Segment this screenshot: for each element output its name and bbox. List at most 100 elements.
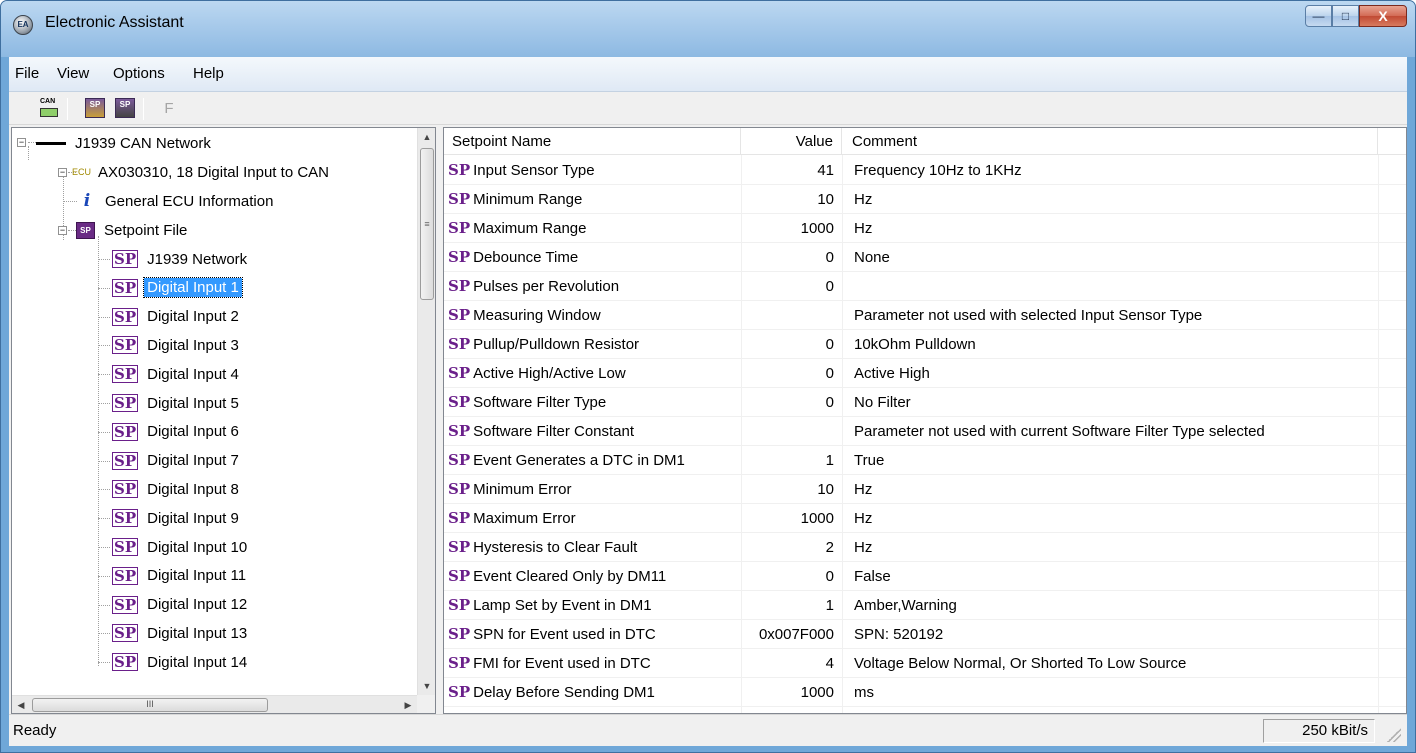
setpoint-value-cell[interactable]: 0 (741, 388, 841, 417)
tree-item-setpoint[interactable]: SP Digital Input 3 (112, 332, 242, 358)
setpoint-value-cell[interactable]: 0 (741, 562, 841, 591)
tree-connector (98, 662, 110, 664)
setpoint-value-cell[interactable]: 1000 (741, 678, 841, 707)
setpoint-value-cell[interactable]: 1000 (741, 504, 841, 533)
collapse-ecu-icon[interactable]: − (58, 168, 67, 177)
table-row[interactable]: SP Maximum Range 1000 Hz (444, 214, 1406, 243)
setpoint-comment-cell: 10kOhm Pulldown (854, 336, 976, 353)
open-setpoint-button[interactable]: SP (83, 96, 107, 120)
setpoint-value-cell[interactable]: 10 (741, 185, 841, 214)
table-row[interactable]: SP Minimum Range 10 Hz (444, 185, 1406, 214)
tree-item-setpoint[interactable]: SP Digital Input 10 (112, 534, 250, 560)
tree-item-setpoint[interactable]: SP Digital Input 6 (112, 419, 242, 445)
panel-splitter[interactable] (436, 127, 443, 714)
ecu-tree-panel[interactable]: − J1939 CAN Network − ECU AX030310, 18 D… (11, 127, 436, 714)
window-title: Electronic Assistant (45, 14, 184, 31)
setpoint-value-cell[interactable] (741, 301, 841, 330)
close-button[interactable]: X (1359, 5, 1407, 27)
tree-item-setpoint[interactable]: SP Digital Input 2 (112, 304, 242, 330)
tree-item-setpoint[interactable]: SP Digital Input 5 (112, 390, 242, 416)
scroll-down-icon[interactable]: ▼ (418, 677, 436, 695)
save-setpoint-button[interactable]: SP (113, 96, 137, 120)
column-header-comment[interactable]: Comment (842, 128, 1378, 155)
tree-item-setpoint[interactable]: SP Digital Input 7 (112, 448, 242, 474)
setpoint-value-cell[interactable]: 0 (741, 330, 841, 359)
scroll-left-icon[interactable]: ◀ (12, 696, 30, 714)
minimize-button[interactable]: — (1305, 5, 1332, 27)
maximize-button[interactable]: □ (1332, 5, 1359, 27)
table-row[interactable]: SP Measuring Window Parameter not used wit… (444, 301, 1406, 330)
title-bar[interactable]: EA Electronic Assistant — □ X (1, 1, 1415, 57)
table-row[interactable]: SP Active High/Active Low 0 Active High (444, 359, 1406, 388)
collapse-setpoint-file-icon[interactable]: − (58, 226, 67, 235)
column-header-value[interactable]: Value (741, 128, 842, 155)
tree-item-setpoint[interactable]: SP Digital Input 4 (112, 361, 242, 387)
setpoint-comment-cell: Parameter not used with current Software… (854, 423, 1265, 440)
scroll-right-icon[interactable]: ▶ (399, 696, 417, 714)
setpoint-value-cell[interactable]: 0x007F000 (741, 620, 841, 649)
flash-button[interactable]: F (157, 96, 181, 120)
tree-horizontal-scrollbar[interactable]: ◀ III ▶ (12, 695, 417, 713)
tree-item-setpoint[interactable]: SP J1939 Network (112, 246, 250, 272)
scroll-up-icon[interactable]: ▲ (418, 128, 436, 146)
can-connect-button[interactable]: CAN (37, 96, 61, 120)
table-row[interactable]: SP Software Filter Type 0 No Filter (444, 388, 1406, 417)
setpoint-value-cell[interactable]: 2 (741, 533, 841, 562)
table-row[interactable]: SP Pulses per Revolution 0 (444, 272, 1406, 301)
menu-view[interactable]: View (57, 65, 89, 82)
table-row[interactable]: SP Lamp Set by Event in DM1 1 Amber,Warning (444, 591, 1406, 620)
setpoint-table: Setpoint Name Value Comment SP Input Sens… (443, 127, 1407, 714)
tree-item-setpoint[interactable]: SP Digital Input 11 (112, 563, 249, 589)
table-row[interactable]: SP SPN for Event used in DTC 0x007F000 SPN:… (444, 620, 1406, 649)
setpoint-name-cell: SP Delay Before Sending DM1 (444, 678, 740, 707)
tree-item-setpoint[interactable]: SP Digital Input 12 (112, 592, 250, 618)
tree-node-ecu[interactable]: ECU AX030310, 18 Digital Input to CAN (72, 159, 332, 185)
tree-item-setpoint[interactable]: SP Digital Input 8 (112, 476, 242, 502)
tree-item-setpoint[interactable]: SP Digital Input 9 (112, 505, 242, 531)
table-row[interactable]: SP Pullup/Pulldown Resistor 0 10kOhm Pulldo… (444, 330, 1406, 359)
menu-file[interactable]: File (15, 65, 39, 82)
setpoint-value-cell[interactable]: 0 (741, 243, 841, 272)
tree-vertical-scrollbar[interactable]: ▲ ≡ ▼ (417, 128, 435, 695)
table-row[interactable]: SP Maximum Error 1000 Hz (444, 504, 1406, 533)
can-icon: CAN (39, 98, 59, 118)
setpoint-icon: SP (112, 336, 139, 355)
setpoint-value-cell[interactable]: 1 (741, 591, 841, 620)
table-row[interactable]: SP Hysteresis to Clear Fault 2 Hz (444, 533, 1406, 562)
tree-item-setpoint[interactable]: SP Digital Input 13 (112, 620, 250, 646)
setpoint-value-cell[interactable]: 41 (741, 156, 841, 185)
tree-connector (98, 287, 110, 289)
tree-item-setpoint[interactable]: SP Digital Input 14 (112, 649, 250, 675)
table-row[interactable]: SP Software Filter Constant Parameter not … (444, 417, 1406, 446)
setpoint-value-cell[interactable]: 0 (741, 272, 841, 301)
column-header-name[interactable]: Setpoint Name (444, 128, 741, 155)
setpoint-value-cell[interactable]: 4 (741, 649, 841, 678)
resize-grip-icon[interactable] (1387, 728, 1401, 742)
tree-node-setpoint-file[interactable]: SP Setpoint File (76, 217, 190, 243)
menu-help[interactable]: Help (193, 65, 224, 82)
table-row[interactable]: SP Event Cleared Only by DM11 0 False (444, 562, 1406, 591)
table-row[interactable]: SP Input Sensor Type 41 Frequency 10Hz to 1… (444, 156, 1406, 185)
table-row[interactable]: SP Event Generates a DTC in DM1 1 True (444, 446, 1406, 475)
setpoint-icon: SP (448, 683, 471, 701)
collapse-network-icon[interactable]: − (17, 138, 26, 147)
setpoint-name: Measuring Window (473, 307, 601, 324)
tree-node-network[interactable]: J1939 CAN Network (36, 130, 214, 156)
window-controls: — □ X (1305, 5, 1407, 29)
scroll-thumb[interactable]: III (32, 698, 268, 712)
setpoint-value-cell[interactable]: 0 (741, 359, 841, 388)
table-row[interactable]: SP Delay Before Sending DM1 1000 ms (444, 678, 1406, 707)
tree-item-label: Digital Input 13 (147, 624, 248, 642)
tree-node-general-info[interactable]: i General ECU Information (78, 188, 276, 214)
setpoint-value-cell[interactable]: 1000 (741, 214, 841, 243)
table-row[interactable]: SP FMI for Event used in DTC 4 Voltage Belo… (444, 649, 1406, 678)
scroll-thumb[interactable]: ≡ (420, 148, 434, 300)
tree-item-setpoint[interactable]: SP Digital Input 1 (112, 275, 243, 301)
menu-options[interactable]: Options (113, 65, 165, 82)
table-row[interactable]: SP Minimum Error 10 Hz (444, 475, 1406, 504)
setpoint-value-cell[interactable] (741, 417, 841, 446)
save-setpoint-icon: SP (115, 98, 135, 118)
setpoint-value-cell[interactable]: 1 (741, 446, 841, 475)
table-row[interactable]: SP Debounce Time 0 None (444, 243, 1406, 272)
setpoint-value-cell[interactable]: 10 (741, 475, 841, 504)
